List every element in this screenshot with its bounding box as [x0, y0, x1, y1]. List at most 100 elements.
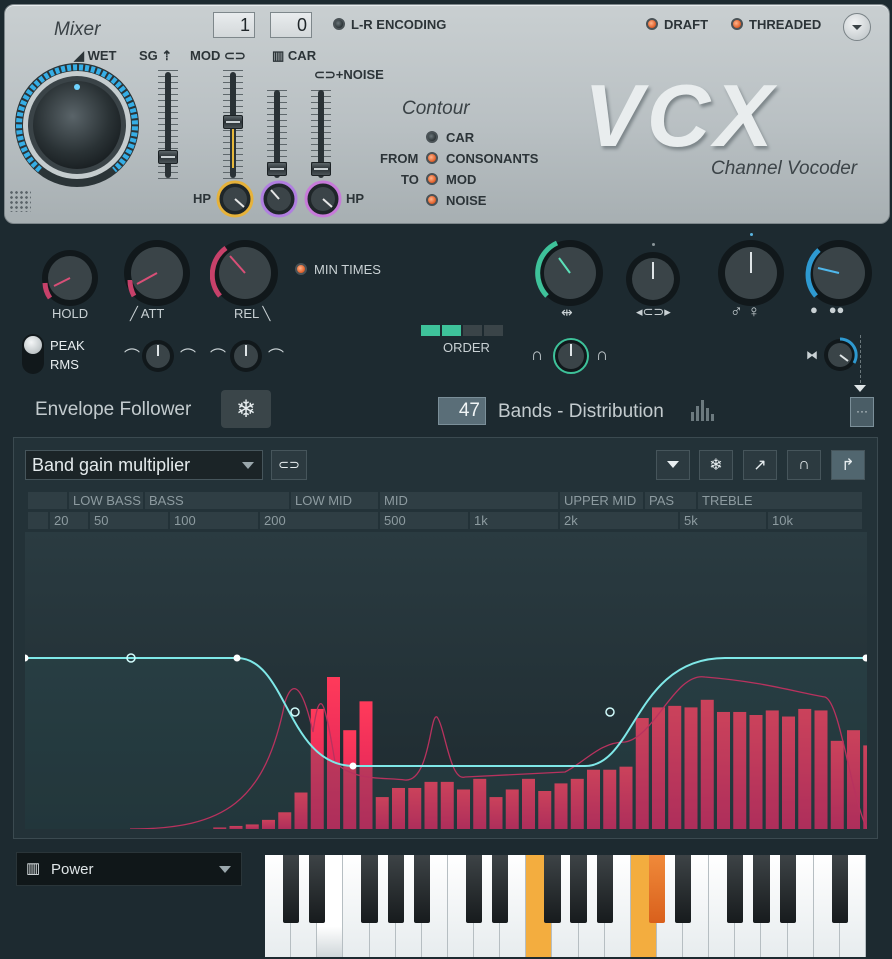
- contour-car-led[interactable]: [426, 131, 438, 143]
- draw-tool-button[interactable]: ↗: [743, 450, 777, 480]
- piano-black-key[interactable]: [413, 855, 430, 923]
- band-width-knob[interactable]: [535, 238, 605, 308]
- graph-menu-button[interactable]: [656, 450, 690, 480]
- piano-black-key[interactable]: [727, 855, 744, 923]
- piano-black-key[interactable]: [283, 855, 300, 923]
- voices-icons: ● ●●: [810, 302, 844, 317]
- sg-fader-handle[interactable]: [158, 150, 178, 164]
- release-label: REL ╲: [234, 306, 270, 322]
- contour-mod-led[interactable]: [426, 173, 438, 185]
- noise-hp-knob[interactable]: [304, 180, 342, 218]
- snap-button[interactable]: ∩: [787, 450, 821, 480]
- band-width-icon: ⇹: [561, 304, 573, 320]
- piano-black-key[interactable]: [779, 855, 796, 923]
- piano-black-key[interactable]: [465, 855, 483, 923]
- contour-car-label: CAR: [446, 130, 475, 145]
- piano-black-key[interactable]: [387, 855, 404, 923]
- order-segment-3[interactable]: [463, 325, 482, 336]
- piano-black-key[interactable]: [674, 855, 692, 923]
- lips-icon: ⊂⊃: [223, 48, 246, 63]
- range-treble: TREBLE: [698, 492, 862, 509]
- peak-rms-switch-thumb[interactable]: [24, 336, 42, 354]
- range-bass: BASS: [145, 492, 289, 509]
- chevron-down-icon: [242, 462, 254, 469]
- min-times-label: MIN TIMES: [314, 262, 381, 277]
- bands-count-input[interactable]: 47: [438, 397, 486, 425]
- piano-black-key[interactable]: [309, 855, 326, 923]
- order-segment-2[interactable]: [442, 325, 461, 336]
- male-icon: ♂: [730, 302, 743, 321]
- wet-label: ◢ WET: [74, 48, 117, 63]
- envelope-follower-title: Envelope Follower: [35, 399, 192, 420]
- attack-knob[interactable]: [122, 238, 192, 308]
- range-mid: MID: [380, 492, 558, 509]
- voices-knob[interactable]: [804, 238, 874, 308]
- car-label: ▥ CAR: [272, 48, 316, 64]
- gender-knob[interactable]: [716, 238, 786, 308]
- attack-tension-curve-right-icon: ⌒: [180, 349, 197, 366]
- more-options-button[interactable]: ···: [850, 397, 874, 427]
- contour-noise-led[interactable]: [426, 194, 438, 206]
- link-tool-button[interactable]: ↱: [831, 450, 865, 480]
- bars-icon[interactable]: [690, 398, 714, 422]
- lr-encoding-label: L-R ENCODING: [351, 17, 447, 32]
- piano-black-key[interactable]: [648, 855, 666, 923]
- min-times-led[interactable]: [295, 263, 307, 275]
- carrier-channel-number[interactable]: 1: [213, 12, 255, 38]
- release-tension-knob[interactable]: [228, 338, 264, 374]
- piano-black-key[interactable]: [544, 855, 561, 923]
- stereo-knob[interactable]: [624, 250, 682, 308]
- piano-black-key[interactable]: [361, 855, 378, 923]
- piano-black-key[interactable]: [753, 855, 770, 923]
- freeze-envelope-button[interactable]: ❄: [221, 390, 271, 428]
- filter-shape-right-icon: ∩: [596, 345, 609, 364]
- noise-fader-handle[interactable]: [311, 162, 331, 176]
- noise-label: ⊂⊃+NOISE: [314, 67, 384, 83]
- center-mark: [652, 243, 655, 246]
- lips-button[interactable]: ⊂⊃: [271, 450, 307, 480]
- piano-icon: ▥: [26, 860, 41, 877]
- car-fader-handle[interactable]: [267, 162, 287, 176]
- order-segment-1[interactable]: [421, 325, 440, 336]
- mod-fader-handle[interactable]: [223, 115, 243, 129]
- hold-knob[interactable]: [40, 248, 100, 308]
- hold-label: HOLD: [52, 306, 89, 321]
- order-segment-4[interactable]: [484, 325, 503, 336]
- attack-tension-knob[interactable]: [140, 338, 176, 374]
- spread-knob[interactable]: [822, 337, 858, 373]
- sg-arrow-icon: ⇡: [161, 48, 173, 63]
- piano-black-key[interactable]: [570, 855, 587, 923]
- release-knob[interactable]: [210, 238, 280, 308]
- car-hp-knob[interactable]: [260, 180, 298, 218]
- filter-shape-knob[interactable]: [552, 337, 590, 375]
- contour-consonants-led[interactable]: [426, 152, 438, 164]
- modulator-channel-number[interactable]: 0: [270, 12, 312, 38]
- graph-mode-select[interactable]: Band gain multiplier: [25, 450, 263, 480]
- attack-tension-curve-left-icon: ⌒: [124, 349, 141, 366]
- contour-consonants-label: CONSONANTS: [446, 151, 539, 166]
- sg-label: SG ⇡: [139, 48, 172, 64]
- wet-knob[interactable]: [12, 60, 142, 190]
- release-text: REL: [234, 306, 259, 321]
- mod-hp-knob[interactable]: [216, 180, 254, 218]
- lr-encoding-led[interactable]: [333, 18, 345, 30]
- resize-grip[interactable]: [9, 190, 31, 212]
- contour-from-label: FROM: [380, 151, 419, 166]
- gain-point-2[interactable]: [233, 654, 241, 662]
- order-selector[interactable]: [421, 325, 503, 336]
- draft-led[interactable]: [646, 18, 658, 30]
- gain-point-3[interactable]: [349, 762, 357, 770]
- piano-black-key[interactable]: [596, 855, 613, 923]
- curve-arrow-icon: ↱: [841, 457, 855, 474]
- piano-black-key[interactable]: [831, 855, 848, 923]
- freeze-graph-button[interactable]: ❄: [699, 450, 733, 480]
- contour-noise-label: NOISE: [446, 193, 487, 208]
- peak-rms-switch[interactable]: [22, 334, 44, 374]
- vcx-logo: VCX: [584, 66, 777, 165]
- freq-2k: 2k: [560, 512, 678, 529]
- keyboard-source-select[interactable]: ▥ Power: [16, 852, 242, 886]
- piano-black-key[interactable]: [492, 855, 509, 923]
- band-gain-graph[interactable]: [25, 532, 867, 829]
- menu-button[interactable]: [843, 13, 871, 41]
- threaded-led[interactable]: [731, 18, 743, 30]
